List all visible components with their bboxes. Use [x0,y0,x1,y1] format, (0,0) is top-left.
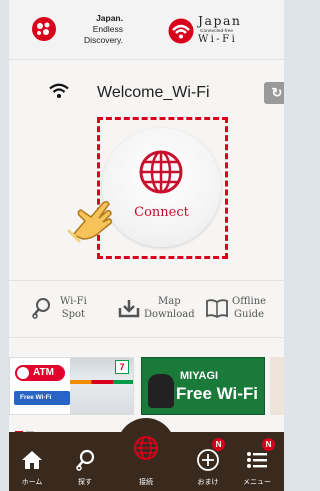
logo1-line1: Japan. [96,13,123,23]
globe-icon [139,150,183,194]
map-pin-search-icon [32,298,50,319]
wifi-spot-line1: Wi-Fi [60,296,87,307]
wifi-spot-link[interactable]: Wi-Fi Spot [29,293,93,327]
tab-connect[interactable]: 接続 [115,418,177,491]
store-logo: 7 [115,360,129,374]
ssid-label: Welcome_Wi-Fi [97,84,210,101]
offline-guide-line2: Guide [234,309,264,320]
map-download-label: Map Download [144,295,195,321]
plus-circle-icon [197,449,219,471]
app-header: Japan. Endless Discovery. Japan Connecte… [9,0,284,60]
map-pin-search-icon [76,449,95,471]
tab-menu-label: メニュー [243,479,271,486]
next-banner-peek[interactable] [270,357,284,415]
logo2-line3: Wi-Fi [198,34,238,45]
tab-home-label: ホーム [21,479,43,486]
atm-label: ATM [15,365,65,381]
japan-endless-discovery-logo: Japan. Endless Discovery. [29,10,139,50]
offline-guide-link[interactable]: Offline Guide [205,293,284,327]
download-tray-icon [118,300,140,318]
tab-home[interactable]: ホーム [9,432,55,491]
globe-icon [134,436,158,460]
wifi-spot-label: Wi-Fi Spot [60,295,87,321]
atm-text: ATM [33,367,54,378]
logo1-text: Japan. Endless Discovery. [53,13,123,46]
miyagi-free-wifi-label: Free Wi-Fi [176,384,259,403]
japan-wifi-logo-icon [168,18,194,44]
banner-carousel[interactable]: ATM Free Wi-Fi 7 MIYAGI Free Wi-Fi [9,357,284,433]
pointing-hand-icon [67,200,112,243]
tab-extras-label: おまけ [197,479,219,486]
connect-label: Connect [134,205,189,220]
new-badge: N [262,438,275,451]
menu-list-icon [247,452,267,468]
atm-logo-icon [17,367,29,379]
miyagi-wifi-banner[interactable]: MIYAGI Free Wi-Fi [141,357,265,415]
store-photo: 7 [70,358,133,414]
offline-guide-line1: Offline [232,296,267,307]
quick-links-row: Wi-Fi Spot Map Download Offline Guide [9,280,284,338]
offline-guide-label: Offline Guide [232,295,266,321]
logo1-line3: Discovery. [83,35,123,45]
mascot-image [148,374,174,408]
app-screen: Japan. Endless Discovery. Japan Connecte… [9,0,284,491]
refresh-button[interactable]: ↻ [264,82,284,104]
tab-search-label: 探す [78,479,92,486]
logo1-line2: Endless [92,24,123,34]
bottom-tab-bar: ホーム 探す 接続 N おまけ N メニュー [9,418,284,491]
tab-search[interactable]: 探す [62,432,108,491]
wifi-icon [49,83,69,98]
wifi-spot-line2: Spot [61,309,86,320]
store-stripe [70,380,133,384]
miyagi-label: MIYAGI [180,370,219,382]
new-badge: N [212,438,225,451]
refresh-icon: ↻ [271,85,283,100]
tab-extras[interactable]: N おまけ [185,432,231,491]
map-download-line1: Map [158,296,181,307]
atm-banner[interactable]: ATM Free Wi-Fi 7 [9,357,134,415]
japan-wifi-logo: Japan Connected-free Wi-Fi [166,12,284,52]
connect-button[interactable]: Connect [102,128,221,247]
free-wifi-badge: Free Wi-Fi [14,391,70,405]
map-download-line2: Download [144,309,195,320]
logo2-line1: Japan [198,13,242,28]
map-download-link[interactable]: Map Download [117,293,207,327]
tab-connect-label: 接続 [139,479,153,486]
network-status-row: Welcome_Wi-Fi ↻ [9,76,284,110]
home-icon [22,451,42,469]
open-book-icon [206,299,228,319]
tab-menu[interactable]: N メニュー [234,432,284,491]
connect-area: Connect [9,110,284,275]
